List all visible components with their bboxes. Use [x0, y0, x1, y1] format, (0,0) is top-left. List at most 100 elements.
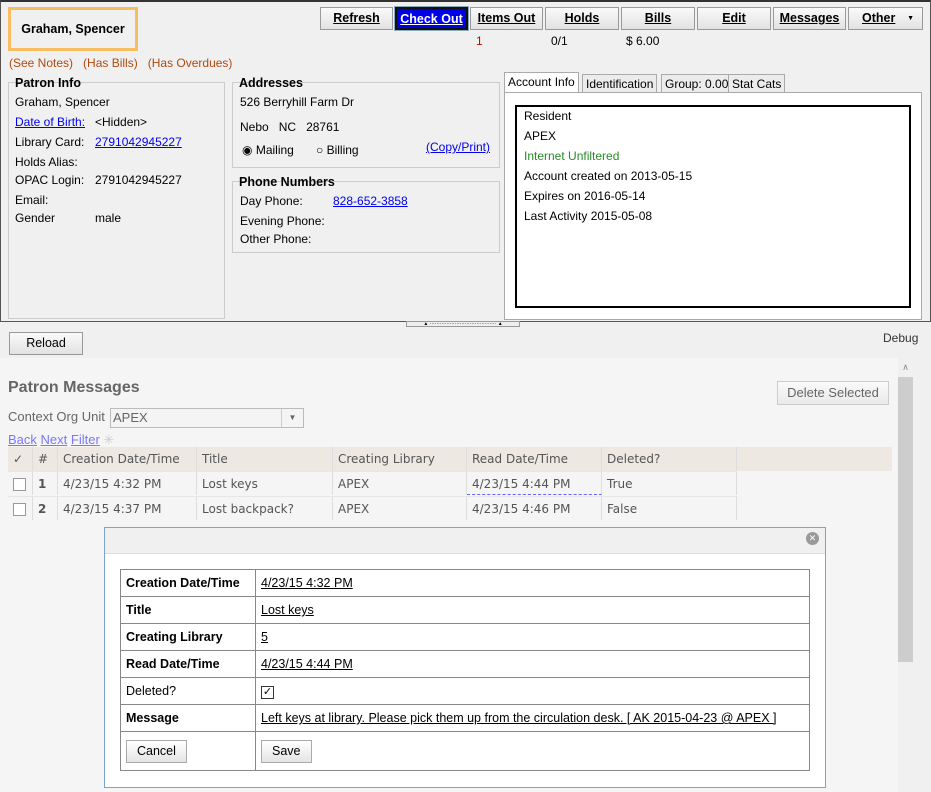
dropdown-arrow-icon: ▼: [907, 15, 914, 22]
opac-value: 2791042945227: [95, 173, 182, 187]
zip: 28761: [306, 120, 340, 134]
title-value[interactable]: Lost keys: [255, 596, 810, 624]
billing-radio[interactable]: ○ Billing: [316, 143, 359, 157]
evening-phone-label: Evening Phone:: [240, 214, 325, 228]
alias-label: Holds Alias:: [15, 155, 78, 169]
filter-link[interactable]: Filter: [71, 432, 100, 447]
refresh-button[interactable]: Refresh: [320, 7, 393, 30]
messages-button[interactable]: Messages: [773, 7, 846, 30]
close-icon[interactable]: ✕: [806, 532, 819, 545]
opac-label: OPAC Login:: [15, 173, 85, 187]
row-number: 2: [33, 497, 58, 520]
has-overdues-link[interactable]: (Has Overdues): [148, 56, 233, 70]
creation-date-value: 4/23/15 4:32 PM: [255, 569, 810, 597]
bills-button[interactable]: Bills: [621, 7, 695, 30]
scroll-up-icon[interactable]: ∧: [898, 362, 913, 373]
context-org-label: Context Org Unit: [8, 409, 105, 424]
creation-date-label: Creation Date/Time: [120, 569, 256, 597]
radio-checked-icon: ◉: [242, 143, 253, 157]
card-label: Library Card:: [15, 135, 85, 149]
column-creation-date[interactable]: Creation Date/Time: [58, 447, 197, 471]
city-state-zip: Nebo NC 28761: [240, 120, 339, 134]
reload-button[interactable]: Reload: [9, 332, 83, 355]
row-checkbox[interactable]: [13, 503, 26, 516]
back-link[interactable]: Back: [8, 432, 37, 447]
other-menu-button[interactable]: Other ▼: [848, 7, 923, 30]
holds-count: 0/1: [551, 34, 568, 48]
table-row[interactable]: 1 4/23/15 4:32 PM Lost keys APEX 4/23/15…: [8, 471, 737, 495]
holds-button[interactable]: Holds: [545, 7, 619, 30]
column-number[interactable]: #: [33, 447, 58, 471]
deleted-label: Deleted?: [120, 677, 256, 705]
row-deleted: True: [602, 472, 737, 495]
read-date-label: Read Date/Time: [120, 650, 256, 678]
table-row[interactable]: 2 4/23/15 4:37 PM Lost backpack? APEX 4/…: [8, 496, 737, 520]
context-org-value: APEX: [113, 410, 148, 425]
tab-stat-cats[interactable]: Stat Cats: [728, 74, 786, 93]
delete-selected-button[interactable]: Delete Selected: [777, 381, 889, 405]
edit-button[interactable]: Edit: [697, 7, 771, 30]
last-activity: Last Activity 2015-05-08: [524, 209, 653, 223]
column-title[interactable]: Title: [197, 447, 333, 471]
bills-amount: $ 6.00: [626, 34, 660, 48]
tab-identification[interactable]: Identification: [582, 74, 658, 93]
row-read-date: 4/23/15 4:46 PM: [467, 497, 602, 520]
dialog-titlebar: ✕: [105, 528, 825, 554]
row-checkbox[interactable]: [13, 478, 26, 491]
select-all-column[interactable]: ✓: [8, 447, 33, 471]
residency: Resident: [524, 109, 572, 123]
vertical-scrollbar[interactable]: ∧: [898, 362, 913, 792]
other-phone-label: Other Phone:: [240, 232, 312, 246]
creating-library-value: 5: [255, 623, 810, 651]
pager: Back Next Filter ✳: [8, 432, 114, 448]
row-deleted: False: [602, 497, 737, 520]
patron-name-box: Graham, Spencer: [8, 7, 138, 51]
mailing-radio[interactable]: ◉ Mailing: [242, 143, 294, 157]
row-number: 1: [33, 472, 58, 495]
cancel-button[interactable]: Cancel: [126, 739, 187, 763]
tab-account-info[interactable]: Account Info: [504, 72, 579, 93]
loading-spinner-icon: ✳: [103, 432, 115, 447]
row-creating-library: APEX: [333, 472, 467, 495]
card-link[interactable]: 2791042945227: [95, 135, 182, 149]
dob-value: <Hidden>: [95, 115, 148, 129]
account-info-tabpanel: Resident APEX Internet Unfiltered Accoun…: [504, 92, 922, 320]
title-label: Title: [120, 596, 256, 624]
column-read-date[interactable]: Read Date/Time: [467, 447, 602, 471]
grid-header: ✓ # Creation Date/Time Title Creating Li…: [8, 447, 892, 471]
splitter-handle[interactable]: ▲ ······································…: [406, 321, 520, 327]
column-deleted[interactable]: Deleted?: [602, 447, 737, 471]
column-creating-library[interactable]: Creating Library: [333, 447, 467, 471]
next-link[interactable]: Next: [41, 432, 68, 447]
items-out-button[interactable]: Items Out: [470, 7, 543, 30]
row-title: Lost backpack?: [197, 497, 333, 520]
copy-print-link[interactable]: (Copy/Print): [426, 140, 490, 154]
patron-messages-title: Patron Messages: [8, 379, 140, 396]
message-value[interactable]: Left keys at library. Please pick them u…: [255, 704, 810, 732]
deleted-checkbox[interactable]: ✓: [261, 685, 274, 699]
radio-unchecked-icon: ○: [316, 143, 324, 157]
account-info-box: Resident APEX Internet Unfiltered Accoun…: [515, 105, 911, 308]
patron-name: Graham, Spencer: [21, 22, 125, 36]
context-org-select[interactable]: APEX ▼: [110, 408, 304, 428]
message-label: Message: [120, 704, 256, 732]
patron-info-title: Patron Info: [15, 76, 81, 90]
has-bills-link[interactable]: (Has Bills): [83, 56, 138, 70]
day-phone-link[interactable]: 828-652-3858: [333, 194, 408, 208]
creating-library-label: Creating Library: [120, 623, 256, 651]
tab-group[interactable]: Group: 0.00: [661, 74, 733, 93]
gender-value: male: [95, 211, 122, 225]
gender-label: Gender: [15, 211, 56, 225]
addresses-title: Addresses: [239, 76, 303, 90]
row-creation-date: 4/23/15 4:37 PM: [58, 497, 197, 520]
scrollbar-thumb[interactable]: [898, 377, 913, 662]
mailing-label: Mailing: [255, 143, 294, 157]
see-notes-link[interactable]: (See Notes): [9, 56, 73, 70]
debug-link[interactable]: Debug: [883, 331, 918, 345]
dob-link[interactable]: Date of Birth:: [15, 115, 85, 129]
save-button[interactable]: Save: [261, 739, 312, 763]
check-out-button[interactable]: Check Out: [394, 6, 469, 31]
street: 526 Berryhill Farm Dr: [240, 95, 355, 109]
home-org: APEX: [524, 129, 557, 143]
dropdown-arrow-icon: ▼: [281, 409, 303, 427]
